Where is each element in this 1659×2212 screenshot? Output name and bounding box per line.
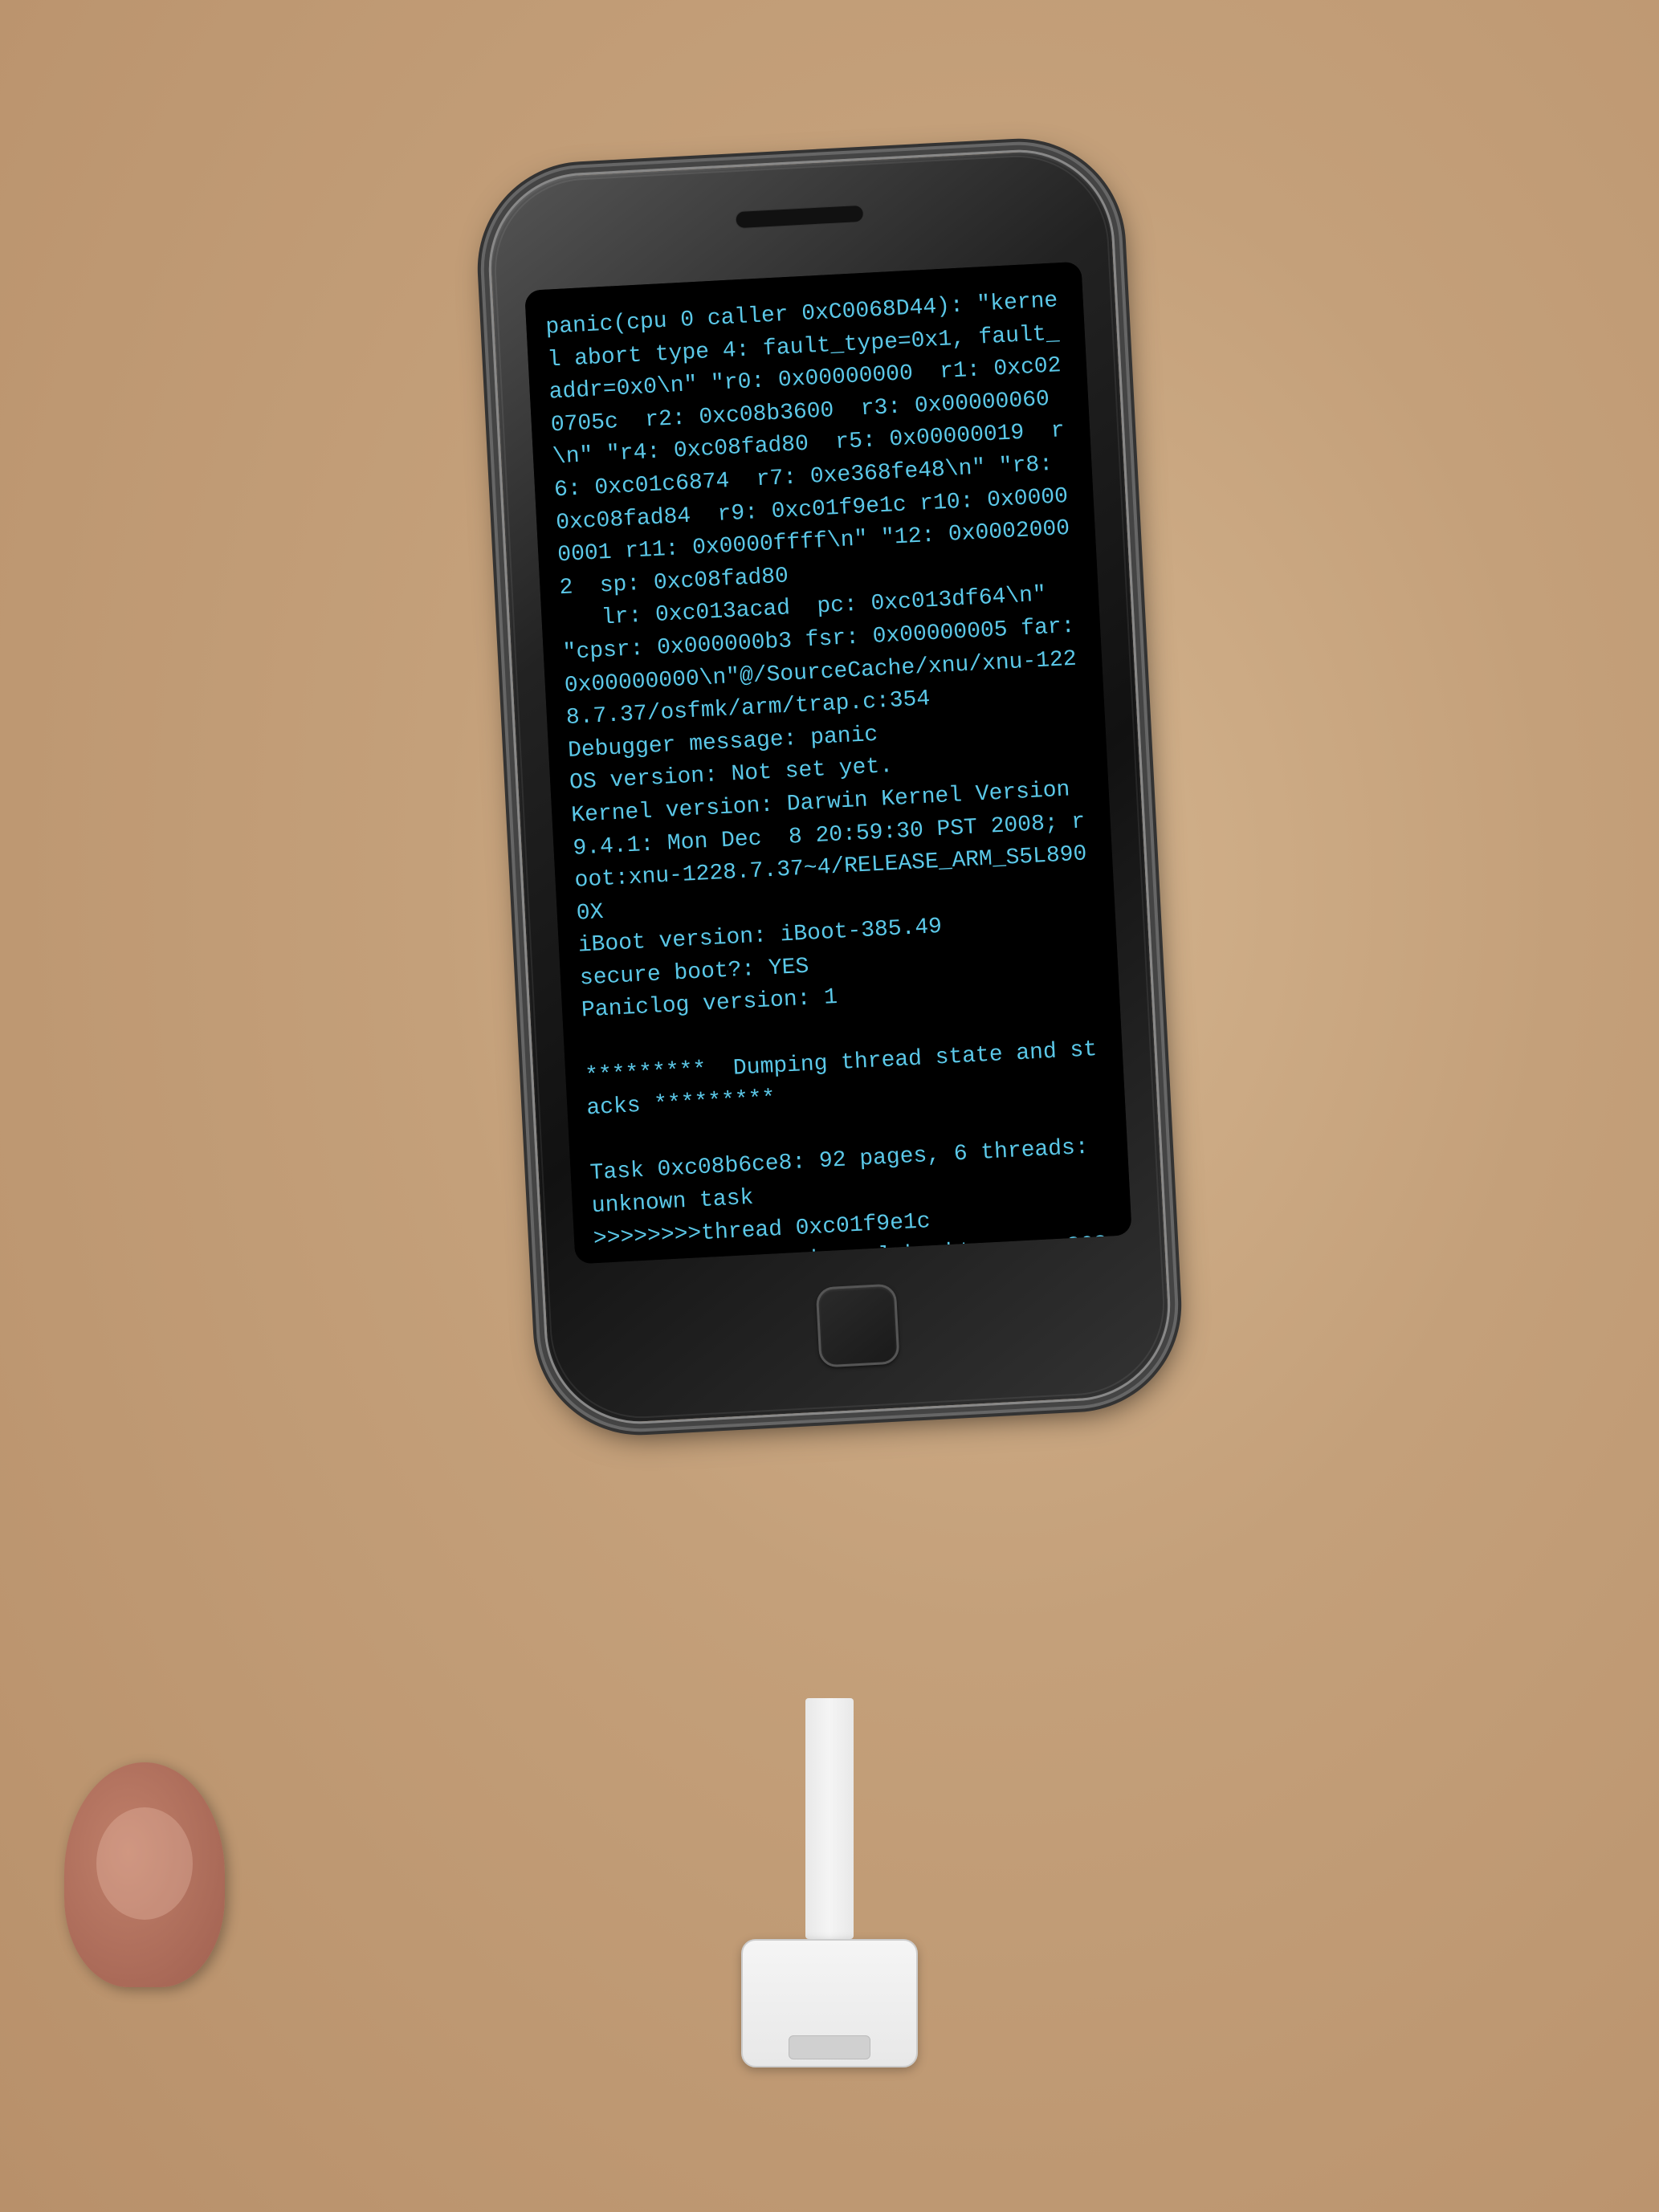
cable-connector bbox=[741, 1698, 918, 2067]
panic-screen: panic(cpu 0 caller 0xC0068D44): "kernel … bbox=[524, 262, 1132, 1265]
phone-body: panic(cpu 0 caller 0xC0068D44): "kernel … bbox=[484, 145, 1176, 1429]
phone-speaker bbox=[735, 205, 864, 229]
iphone: panic(cpu 0 caller 0xC0068D44): "kernel … bbox=[484, 145, 1176, 1429]
cable-white-block bbox=[741, 1939, 918, 2067]
home-button[interactable] bbox=[816, 1284, 900, 1368]
finger bbox=[64, 1762, 225, 1987]
cable-cord bbox=[805, 1698, 854, 1939]
panic-text: panic(cpu 0 caller 0xC0068D44): "kernel … bbox=[545, 285, 1119, 1264]
phone-screen: panic(cpu 0 caller 0xC0068D44): "kernel … bbox=[524, 262, 1132, 1265]
